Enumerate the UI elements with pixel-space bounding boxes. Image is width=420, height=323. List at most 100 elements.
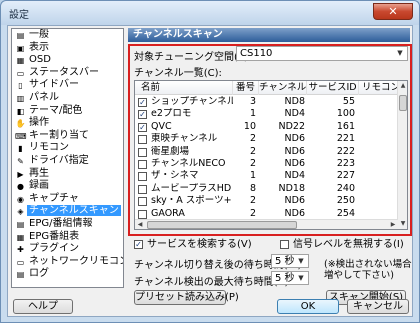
tree-item-label: キー割り当て (29, 129, 89, 141)
tree-item[interactable]: ◧ テーマ/配色 (12, 105, 123, 118)
hscroll-thumb[interactable] (147, 221, 297, 229)
tree-item-label: サイドバー (29, 79, 79, 91)
max-wait-select[interactable]: 5 秒 ▼ (271, 271, 309, 285)
channel-checkbox[interactable] (138, 197, 147, 207)
network-remote-icon: ▭ (16, 257, 25, 267)
column-remote-key[interactable]: リモコンキー (359, 81, 398, 95)
channel-name: 東映チャンネル (151, 133, 218, 145)
channel-number: 2 (249, 158, 256, 169)
channel-name: 衛星劇場 (151, 145, 190, 157)
column-channel[interactable]: チャンネル (259, 81, 307, 95)
tree-item[interactable]: ▭ ステータスバー (12, 67, 123, 80)
tree-item[interactable]: ✋ 操作 (12, 117, 123, 130)
tree-item-label: テーマ/配色 (29, 104, 83, 116)
tree-item[interactable]: ✎ ドライバ指定 (12, 155, 123, 168)
log-icon: ▤ (16, 270, 25, 280)
ignore-signal-box[interactable] (280, 240, 289, 249)
channel-row[interactable]: sky・A スポーツ+ 2 ND6 250 (135, 195, 398, 207)
channel-row[interactable]: 衛星劇場 2 ND6 222 (135, 146, 398, 158)
tree-item-label: リモコン (29, 142, 69, 154)
channel-row[interactable]: ✓ ショップチャンネル 3 ND8 55 (135, 96, 398, 108)
channel-id: ND22 (278, 120, 305, 132)
tree-item[interactable]: ▤ EPG/番組情報 (12, 218, 123, 231)
scroll-left-icon[interactable]: ◀ (135, 220, 145, 229)
channel-checkbox[interactable] (138, 184, 147, 194)
channel-row[interactable]: チャンネルNECO 2 ND6 223 (135, 158, 398, 170)
column-name[interactable]: 名前 (135, 81, 233, 95)
tree-item-label: 表示 (29, 41, 49, 53)
list-vertical-scrollbar[interactable]: ▲ ▼ (397, 81, 407, 229)
channel-checkbox[interactable] (138, 135, 147, 145)
tree-item[interactable]: ▮ リモコン (12, 142, 123, 155)
channel-row[interactable]: 東映チャンネル 2 ND6 221 (135, 133, 398, 145)
channel-name: e2プロモ (151, 108, 192, 120)
tree-item-label: 再生 (29, 167, 49, 179)
channel-checkbox[interactable] (138, 209, 147, 219)
channel-checkbox[interactable]: ✓ (138, 122, 147, 132)
tree-item-label: 録画 (29, 180, 49, 192)
tuning-space-select[interactable]: CS110 ▼ (236, 46, 408, 61)
tree-item[interactable]: ▶ 再生 (12, 168, 123, 181)
tree-item[interactable]: ▦ OSD (12, 54, 123, 67)
tree-item[interactable]: ◉ キャプチャ (12, 193, 123, 206)
search-services-box[interactable]: ✓ (134, 240, 143, 249)
tuning-space-value: CS110 (240, 48, 273, 59)
scroll-right-icon[interactable]: ▶ (388, 220, 398, 229)
tree-item[interactable]: ▯ サイドバー (12, 79, 123, 92)
channel-row[interactable]: ムービープラスHD 8 ND18 240 (135, 183, 398, 195)
column-number[interactable]: 番号 (233, 81, 259, 95)
channel-name: ショップチャンネル (151, 96, 233, 107)
osd-icon: ▦ (16, 56, 25, 66)
tuning-space-label: 対象チューニング空間(T): (134, 52, 252, 63)
tree-item[interactable]: ◈ チャンネルスキャン (12, 205, 123, 218)
close-button[interactable]: ✕ (373, 3, 413, 20)
search-services-checkbox[interactable]: ✓ サービスを検索する(V) (134, 239, 252, 250)
channel-checkbox[interactable] (138, 172, 147, 182)
channel-service-id: 222 (336, 145, 355, 157)
tree-item[interactable]: ▤ ログ (12, 268, 123, 281)
channel-checkbox[interactable]: ✓ (138, 98, 147, 107)
general-icon: ▤ (16, 31, 25, 40)
tree-item-label: ログ (29, 268, 49, 280)
channel-row[interactable]: ✓ e2プロモ 1 ND4 100 (135, 108, 398, 120)
tree-item[interactable]: ● 録画 (12, 180, 123, 193)
tree-item[interactable]: ▦ EPG番組表 (12, 231, 123, 244)
channel-checkbox[interactable] (138, 147, 147, 157)
channel-name: ザ・シネマ (151, 170, 199, 182)
ignore-signal-checkbox[interactable]: 信号レベルを無視する(I) (280, 239, 404, 250)
cancel-button[interactable]: キャンセル (347, 299, 409, 314)
wait-time-select[interactable]: 5 秒 ▼ (271, 254, 309, 268)
tree-item[interactable]: ▤ 一般 (12, 29, 123, 42)
help-button[interactable]: ヘルプ (13, 299, 73, 314)
load-preset-button[interactable]: プリセット読み込み(P) (134, 290, 239, 305)
channel-row[interactable]: ザ・シネマ 1 ND4 227 (135, 170, 398, 182)
tree-item[interactable]: ▣ 表示 (12, 42, 123, 55)
capture-icon: ◉ (17, 194, 24, 204)
settings-category-tree[interactable]: ▤ 一般 ▣ 表示 ▦ OSD ▭ ステータスバー ▯ サイドバー ▥ パネル ◧ テーマ/配色 ✋ 操作 ⌨ キ… (11, 28, 124, 288)
tree-item[interactable]: ▥ パネル (12, 92, 123, 105)
channel-row[interactable]: ✓ QVC 10 ND22 161 (135, 121, 398, 133)
ok-button[interactable]: OK (277, 299, 339, 314)
tree-item[interactable]: ▭ ネットワークリモコン (12, 256, 123, 269)
tree-item[interactable]: ✚ プラグイン (12, 243, 123, 256)
epg-table-icon: ▦ (16, 232, 25, 242)
scroll-down-icon[interactable]: ▼ (398, 219, 407, 229)
channel-name: ムービープラスHD (151, 182, 232, 194)
list-horizontal-scrollbar[interactable]: ◀ ▶ (135, 219, 398, 229)
wait-time-value: 5 秒 (275, 256, 295, 267)
tree-item-label: キャプチャ (29, 192, 79, 204)
channel-list[interactable]: 名前 番号 チャンネル サービスID リモコンキー ✓ ショップチャンネル 3 ND8… (134, 80, 408, 230)
channel-id: ND6 (284, 158, 305, 169)
tree-item-label: ステータスバー (29, 66, 99, 78)
channel-service-id: 100 (336, 108, 355, 120)
panel-icon: ▥ (16, 93, 25, 103)
channel-checkbox[interactable]: ✓ (138, 110, 147, 120)
scroll-up-icon[interactable]: ▲ (398, 81, 407, 91)
tree-item[interactable]: ⌨ キー割り当て (12, 130, 123, 143)
driver-icon: ✎ (17, 156, 24, 166)
channel-name: QVC (151, 120, 172, 132)
channel-checkbox[interactable] (138, 160, 147, 169)
channel-id: ND8 (284, 96, 305, 107)
scroll-thumb[interactable] (399, 95, 407, 111)
column-service-id[interactable]: サービスID (307, 81, 359, 95)
